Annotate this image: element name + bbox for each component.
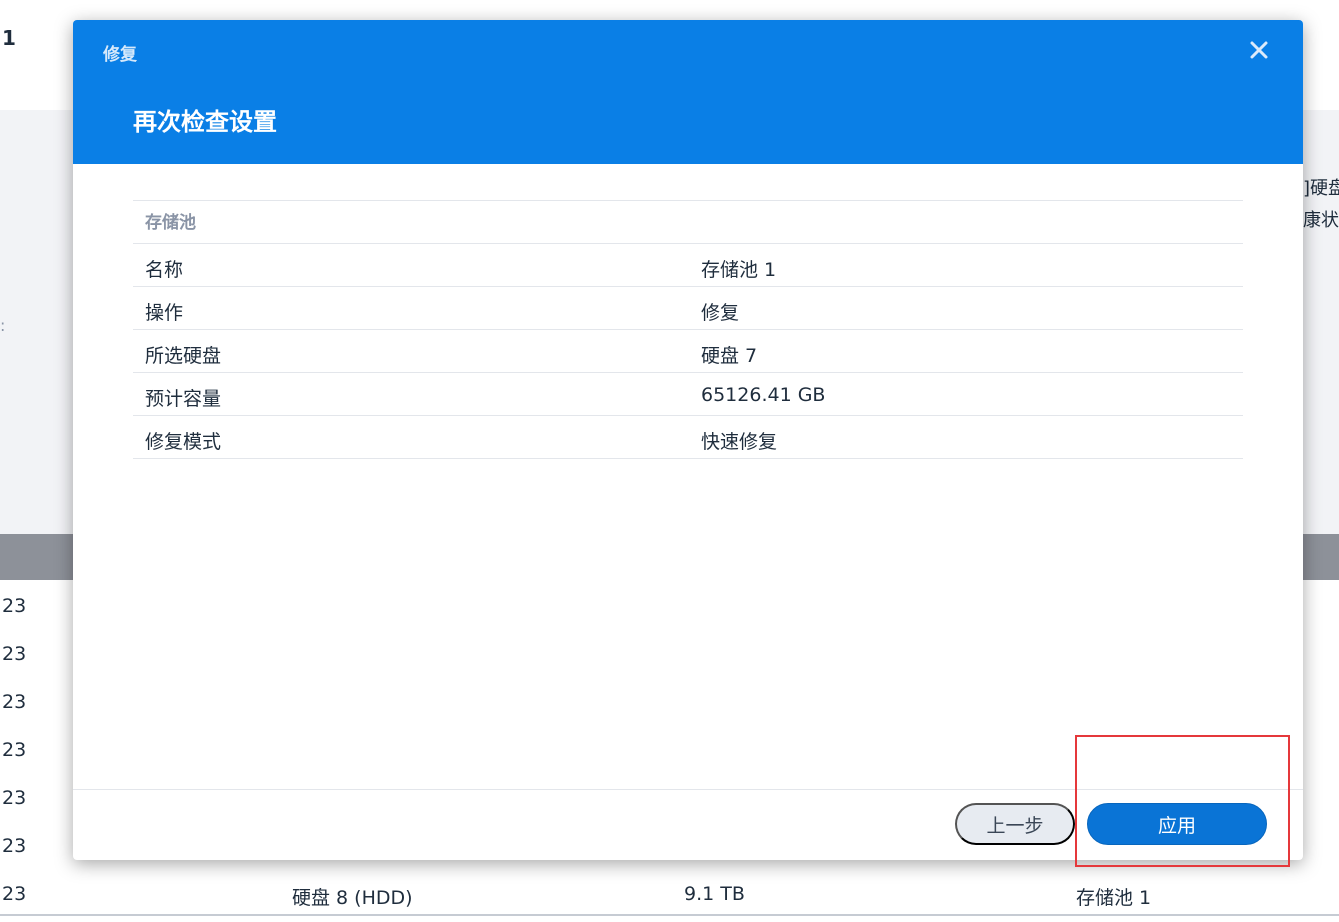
summary-value: 修复 — [701, 302, 740, 324]
footer-divider — [73, 789, 1303, 790]
summary-section-header: 存储池 — [133, 200, 1243, 244]
table-cell: 23 — [2, 739, 27, 761]
summary-key: 名称 — [145, 259, 184, 281]
apply-button[interactable]: 应用 — [1087, 803, 1267, 845]
table-cell-disk: 硬盘 8 (HDD) — [292, 887, 413, 909]
dialog-title: 修复 — [103, 45, 137, 65]
background-divider — [0, 914, 1339, 916]
close-icon-glyph — [1250, 41, 1268, 59]
table-cell-size: 9.1 TB — [684, 883, 745, 905]
table-cell: 23 — [2, 883, 27, 905]
summary-key: 修复模式 — [145, 431, 222, 453]
summary-key: 所选硬盘 — [145, 345, 222, 367]
summary-value: 65126.41 GB — [701, 384, 826, 406]
settings-summary-table: 存储池 名称 存储池 1 操作 修复 所选硬盘 硬盘 7 预计容量 65126.… — [133, 200, 1243, 459]
repair-dialog: 修复 再次检查设置 存储池 名称 存储池 1 操作 修复 所选硬盘 硬盘 7 预… — [73, 20, 1303, 860]
step-title: 再次检查设置 — [133, 108, 277, 136]
summary-key: 预计容量 — [145, 388, 222, 410]
background-side-text-1: ]硬盘 — [1303, 178, 1339, 199]
table-cell: 23 — [2, 835, 27, 857]
previous-button[interactable]: 上一步 — [955, 803, 1075, 845]
summary-key: 操作 — [145, 302, 184, 324]
background-side-text-2: 康状 — [1303, 210, 1339, 231]
summary-row-operation: 操作 修复 — [133, 287, 1243, 330]
table-cell: 23 — [2, 691, 27, 713]
summary-value: 硬盘 7 — [701, 345, 758, 367]
dialog-header: 修复 再次检查设置 — [73, 20, 1303, 164]
close-icon[interactable] — [1245, 36, 1273, 64]
summary-row-estimated-capacity: 预计容量 65126.41 GB — [133, 373, 1243, 416]
summary-row-selected-disk: 所选硬盘 硬盘 7 — [133, 330, 1243, 373]
table-cell: 23 — [2, 787, 27, 809]
background-top-number: 1 — [2, 26, 16, 50]
table-cell-pool: 存储池 1 — [1076, 887, 1152, 909]
background-left-mark: : — [0, 316, 6, 335]
table-row[interactable]: 23 硬盘 8 (HDD) 9.1 TB 存储池 1 — [0, 868, 1339, 916]
summary-value: 快速修复 — [701, 431, 778, 453]
summary-row-name: 名称 存储池 1 — [133, 244, 1243, 287]
table-cell: 23 — [2, 595, 27, 617]
table-cell: 23 — [2, 643, 27, 665]
summary-row-repair-mode: 修复模式 快速修复 — [133, 416, 1243, 459]
summary-value: 存储池 1 — [701, 259, 777, 281]
